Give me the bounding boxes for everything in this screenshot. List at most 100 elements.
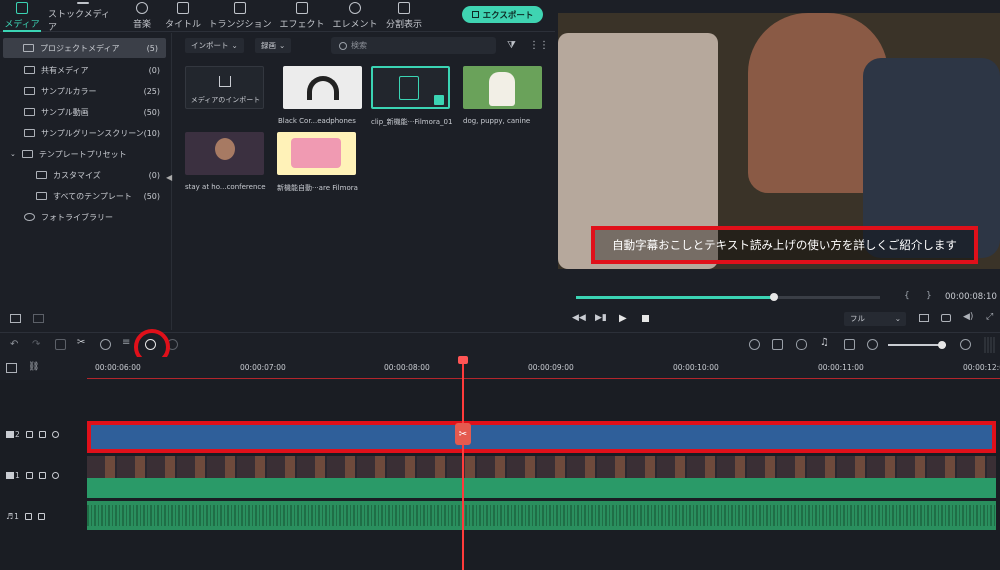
audio-clip-track[interactable]	[87, 501, 996, 530]
split-screen-icon	[398, 2, 410, 14]
checkbox-checked-icon[interactable]	[434, 95, 444, 105]
link-icon[interactable]: ⛓	[28, 362, 39, 372]
list-icon[interactable]: ≡	[122, 337, 133, 348]
tab-split-screen[interactable]: 分割表示	[385, 0, 423, 32]
track-manager-icon[interactable]	[6, 363, 17, 373]
sidebar-item-sample-greenscreen[interactable]: サンプルグリーンスクリーン (10)	[0, 123, 168, 143]
track-header-audio: ♬ 1	[0, 507, 87, 525]
export-button[interactable]: エクスポート	[462, 6, 543, 23]
tab-stock-media[interactable]: ストックメディア	[48, 0, 118, 33]
media-library: インポート ⌄ 録画 ⌄ 検索 ⧩ ⋮⋮ メディアのインポート Black Cor.…	[173, 33, 555, 330]
timeline-ruler[interactable]: 00:00:06:00 00:00:07:00 00:00:08:00 00:0…	[87, 357, 1000, 379]
speaker-icon[interactable]	[38, 471, 46, 479]
subtitle-overlay[interactable]: 自動字幕おこしとテキスト読み上げの使い方を詳しくご紹介します	[591, 226, 978, 264]
mark-out-icon[interactable]: }	[926, 291, 932, 301]
previous-frame-icon[interactable]: ◀◀	[572, 313, 586, 323]
ruler-tick-label: 00:00:09:00	[528, 363, 574, 372]
collapse-arrow-icon[interactable]: ◀	[166, 173, 172, 182]
sidebar-item-shared-media[interactable]: 共有メディア (0)	[0, 60, 168, 80]
zoom-out-icon[interactable]	[867, 339, 878, 350]
playback-progress-bar[interactable]	[576, 293, 880, 301]
tab-titles[interactable]: タイトル	[165, 0, 201, 32]
title-clip-track[interactable]	[87, 421, 996, 453]
tab-media[interactable]: メディア	[3, 0, 41, 32]
redo-icon[interactable]: ↷	[32, 339, 43, 350]
tab-elements[interactable]: エレメント	[332, 0, 378, 32]
microphone-icon[interactable]	[796, 339, 807, 350]
play-icon[interactable]: ▶	[619, 313, 627, 324]
folder-icon	[23, 44, 34, 52]
title-track-icon	[6, 430, 14, 438]
display-icon[interactable]	[919, 314, 929, 322]
snapshot-icon[interactable]	[941, 314, 951, 322]
record-dropdown[interactable]: 録画 ⌄	[255, 38, 292, 53]
folder-icon	[36, 171, 47, 179]
media-thumb-stay-at-home[interactable]	[185, 132, 264, 175]
eye-icon[interactable]	[51, 430, 59, 438]
render-icon[interactable]	[749, 339, 760, 350]
zoom-slider-handle[interactable]	[938, 341, 946, 349]
sidebar-item-sample-colors[interactable]: サンプルカラー (25)	[0, 81, 168, 101]
import-dropdown[interactable]: インポート ⌄	[185, 38, 244, 53]
search-icon	[339, 41, 347, 50]
srt-file-icon	[399, 76, 419, 100]
mark-in-icon[interactable]: {	[904, 291, 910, 301]
search-input[interactable]: 検索	[331, 37, 496, 54]
panel-toggle-icon[interactable]	[984, 337, 996, 353]
disable-icon[interactable]	[100, 339, 111, 350]
audio-mixer-icon[interactable]: ♫	[820, 337, 831, 348]
playhead[interactable]	[462, 357, 464, 570]
zoom-in-icon[interactable]	[960, 339, 971, 350]
new-folder-icon[interactable]	[10, 314, 21, 323]
sidebar-item-all-templates[interactable]: すべてのテンプレート (50)	[0, 186, 168, 206]
chart-icon[interactable]	[844, 339, 855, 350]
dog-image	[489, 72, 515, 106]
chevron-down-icon: ⌄	[10, 150, 16, 158]
tab-audio[interactable]: 音楽	[128, 0, 156, 32]
speaker-icon[interactable]	[38, 430, 46, 438]
grid-view-icon[interactable]: ⋮⋮	[529, 40, 549, 51]
sidebar-item-project-media[interactable]: プロジェクトメディア (5)	[3, 38, 166, 58]
stop-icon[interactable]	[642, 315, 649, 322]
lock-icon[interactable]	[24, 512, 32, 520]
playback-progress-fill	[576, 296, 774, 299]
import-folder-icon[interactable]	[33, 314, 44, 323]
media-thumb-srt-clip[interactable]	[371, 66, 450, 109]
eye-icon[interactable]	[51, 471, 59, 479]
cut-icon[interactable]: ✂	[77, 337, 88, 348]
chevron-down-icon: ⌄	[231, 41, 238, 50]
speaker-icon[interactable]	[37, 512, 45, 520]
undo-icon[interactable]: ↶	[10, 339, 21, 350]
ruler-tick-label: 00:00:11:00	[818, 363, 864, 372]
sidebar-item-photo-library[interactable]: フォトライブラリー	[0, 207, 168, 227]
tab-effects[interactable]: エフェクト	[279, 0, 325, 32]
export-icon	[471, 11, 479, 18]
video-clip-track[interactable]	[87, 456, 996, 498]
quality-dropdown[interactable]: フル ⌄	[844, 312, 906, 326]
media-thumb-dog[interactable]	[463, 66, 542, 109]
split-scissors-icon[interactable]: ✂	[455, 423, 471, 445]
filter-icon[interactable]: ⧩	[507, 40, 516, 51]
import-media-tile[interactable]: メディアのインポート	[185, 66, 264, 109]
marker-icon[interactable]	[772, 339, 783, 350]
lock-icon[interactable]	[25, 430, 33, 438]
lock-icon[interactable]	[25, 471, 33, 479]
sidebar-item-customize[interactable]: カスタマイズ (0)	[0, 165, 168, 185]
tab-transitions[interactable]: トランジション	[208, 0, 272, 32]
delete-icon[interactable]	[55, 339, 66, 350]
sidebar-item-template-presets[interactable]: ⌄ テンプレートプリセット	[0, 144, 168, 164]
person-image	[215, 138, 235, 160]
zoom-slider[interactable]	[888, 341, 946, 349]
playhead-handle[interactable]	[458, 356, 468, 364]
track-header-title: 2	[0, 425, 87, 443]
folder-icon	[24, 87, 35, 95]
video-track-icon	[6, 471, 14, 479]
playback-scrubber-handle[interactable]	[769, 293, 778, 301]
media-thumb-headphones[interactable]	[283, 66, 362, 109]
timecode-display: 00:00:08:10	[945, 292, 997, 302]
fullscreen-icon[interactable]: ⤢	[986, 312, 993, 322]
step-forward-icon[interactable]: ▶▮	[595, 313, 607, 323]
sidebar-item-sample-video[interactable]: サンプル動画 (50)	[0, 102, 168, 122]
media-thumb-filmora-promo[interactable]	[277, 132, 356, 175]
volume-icon[interactable]: ◀)	[963, 312, 973, 322]
